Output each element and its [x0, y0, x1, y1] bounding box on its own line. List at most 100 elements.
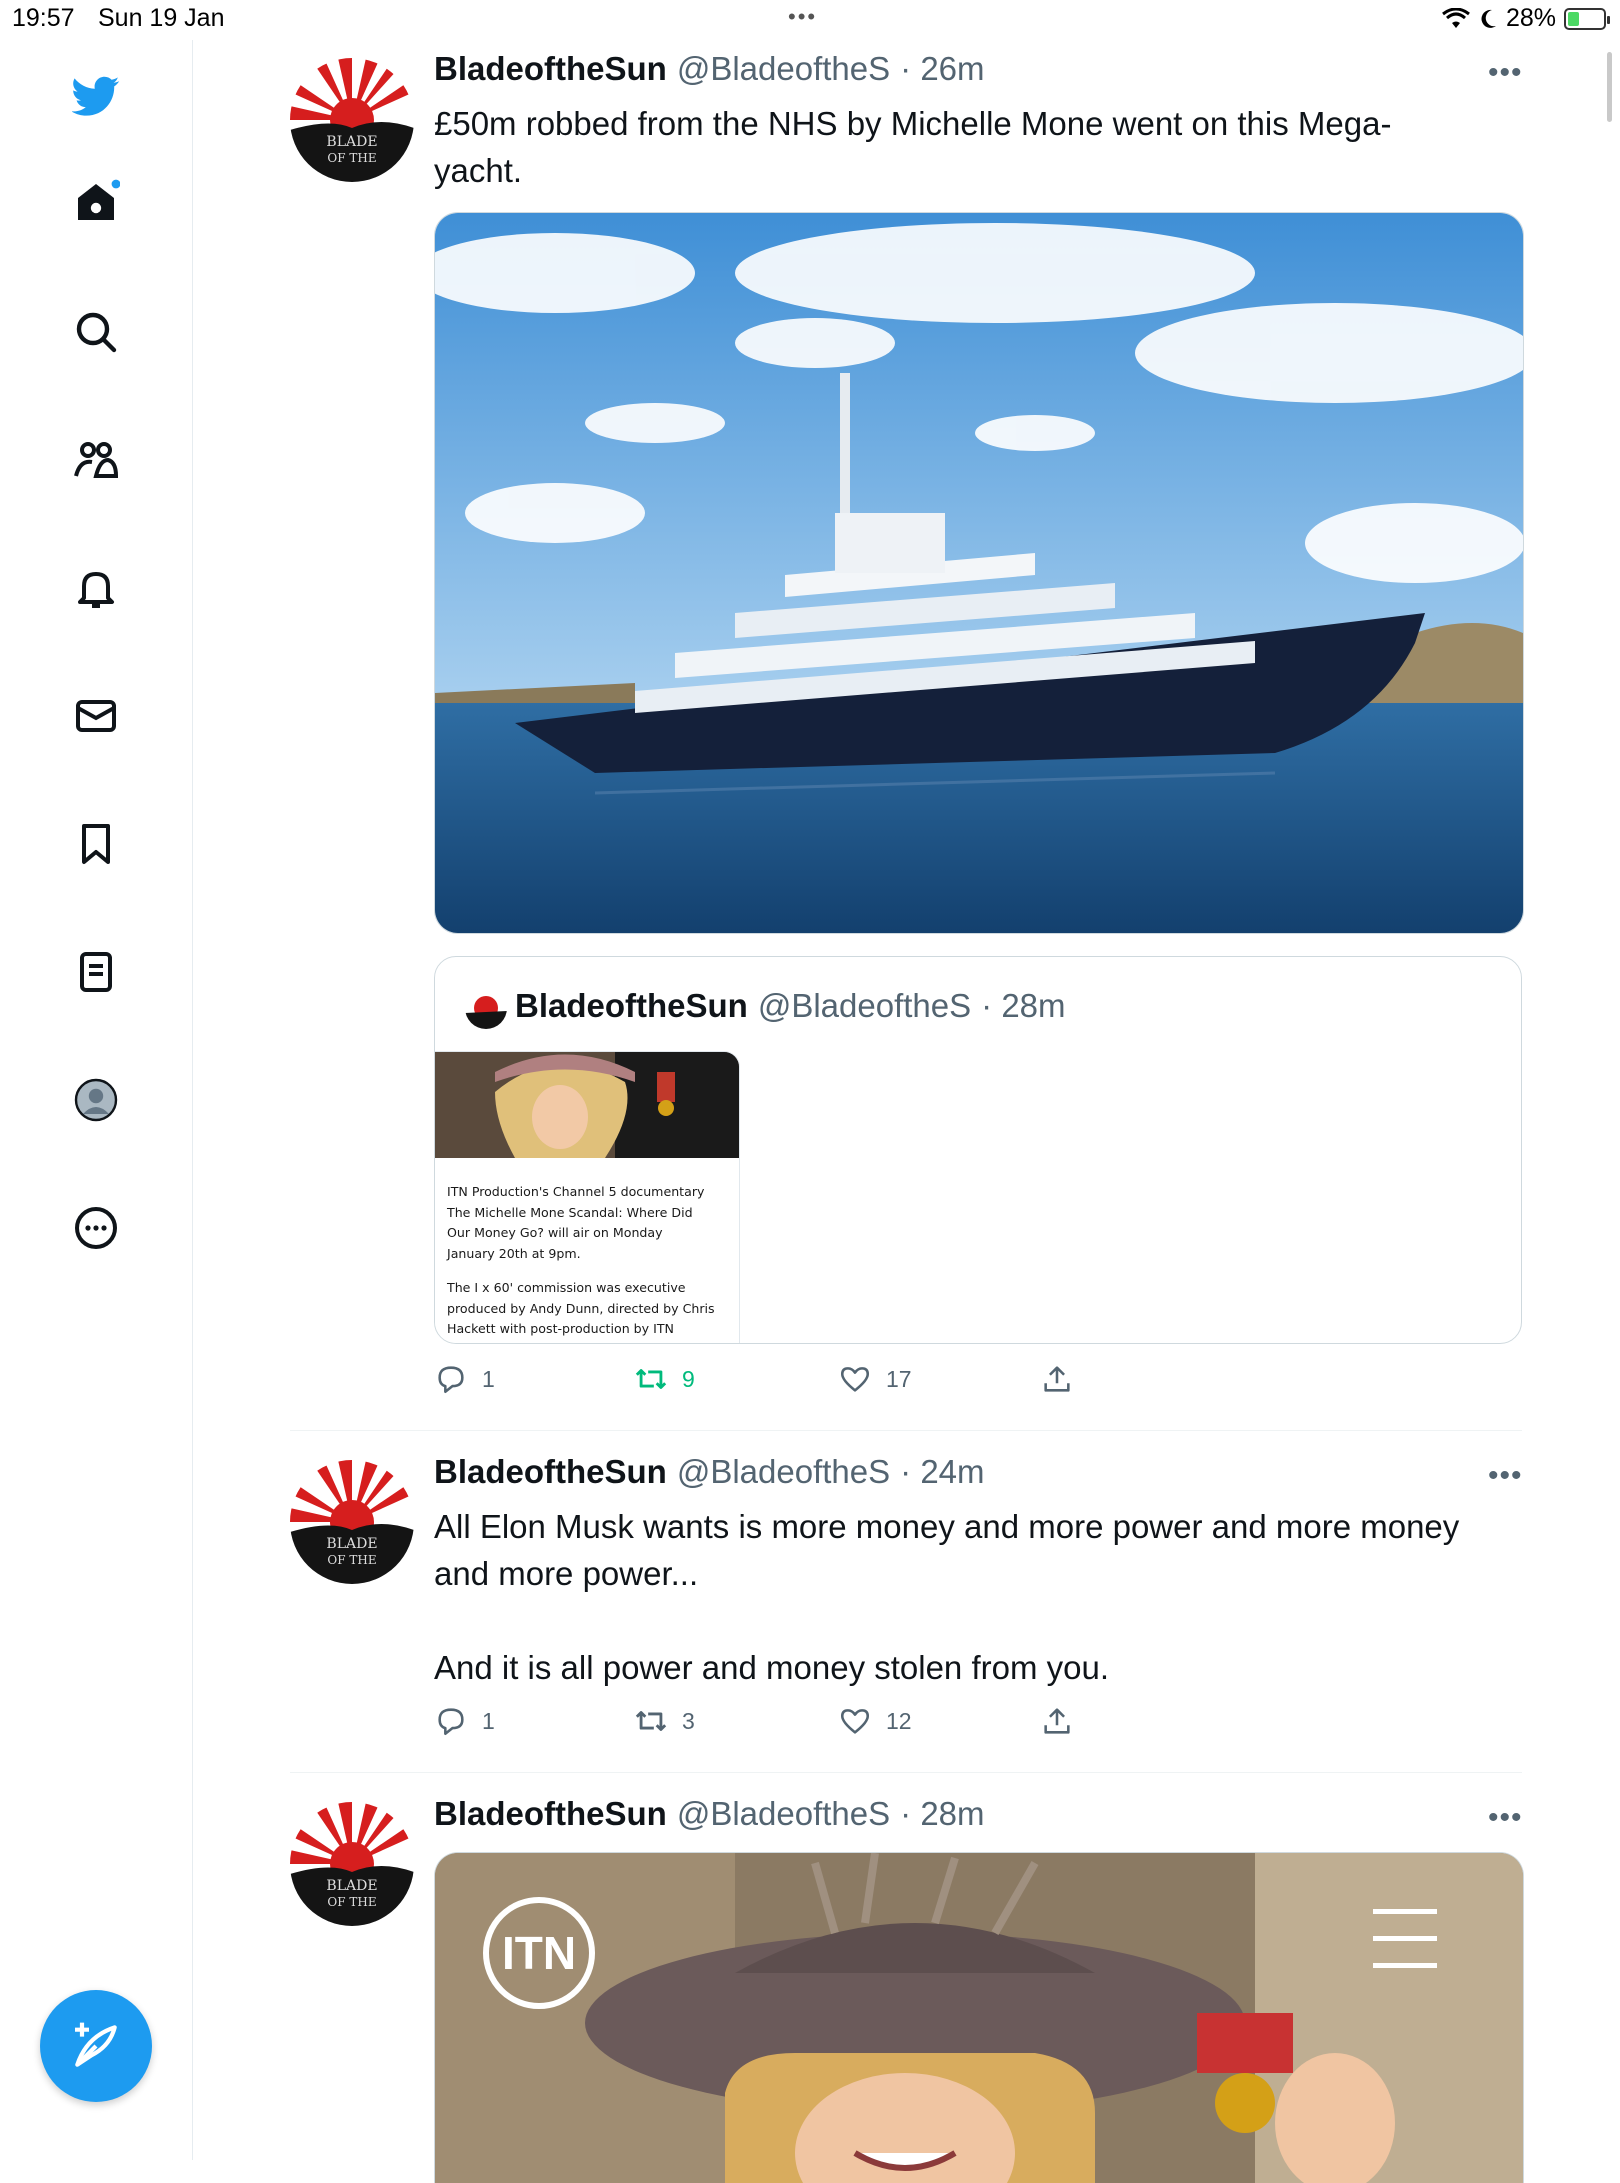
svg-text:BLADE: BLADE [326, 1536, 377, 1552]
display-name[interactable]: BladeoftheSun [434, 50, 667, 88]
share-button[interactable] [1040, 1704, 1074, 1738]
hamburger-menu-icon [1373, 1909, 1437, 1968]
svg-text:OF THE: OF THE [327, 1553, 376, 1567]
svg-text:BLADE: BLADE [326, 134, 377, 150]
card-line: January 20th at 9pm. [447, 1245, 581, 1261]
retweet-button[interactable]: 9 [634, 1362, 695, 1396]
tweet-text: All Elon Musk wants is more money and mo… [434, 1503, 1494, 1691]
battery-percent: 28% [1505, 4, 1556, 32]
tweet-text: £50m robbed from the NHS by Michelle Mon… [434, 100, 1494, 194]
communities-icon[interactable] [62, 426, 130, 494]
multitasking-dots-icon[interactable]: ••• [788, 4, 817, 30]
tweet-divider [290, 1430, 1522, 1431]
bookmarks-icon[interactable] [62, 810, 130, 878]
status-date: Sun 19 Jan [98, 4, 225, 32]
avatar[interactable]: BLADE OF THE [290, 1460, 414, 1584]
like-count: 17 [886, 1365, 912, 1392]
card-line: Hackett with post-production by ITN [447, 1321, 674, 1336]
scrollbar[interactable] [1607, 52, 1612, 122]
retweet-icon [635, 1369, 667, 1389]
status-time: 19:57 [12, 4, 75, 32]
tweet-more-icon[interactable]: ••• [1488, 1459, 1523, 1493]
moon-icon [1481, 9, 1496, 28]
tweet-text-spacer [434, 1597, 1494, 1644]
quoted-handle: @BladeoftheS [757, 987, 972, 1024]
compose-tweet-icon [75, 2022, 117, 2067]
tweet-text-line: All Elon Musk wants is more money and mo… [434, 1508, 1460, 1545]
reply-count: 1 [482, 1707, 495, 1734]
tweet-text-line: £50m robbed from the NHS by Michelle Mon… [434, 105, 1392, 142]
reply-icon [438, 1366, 464, 1394]
lists-icon[interactable] [62, 938, 130, 1006]
sidebar [0, 40, 193, 2160]
heart-icon [840, 1709, 870, 1734]
retweet-icon [635, 1711, 667, 1731]
tweet-divider [290, 1772, 1522, 1773]
messages-icon[interactable] [62, 682, 130, 750]
more-icon[interactable] [62, 1194, 130, 1262]
reply-icon [438, 1708, 464, 1736]
battery-icon [1564, 7, 1610, 30]
tweet-text-line: and more power... [434, 1555, 699, 1592]
quoted-card-paragraph: ITN Production's Channel 5 documentary T… [447, 1182, 729, 1264]
tweet-time[interactable]: · 26m [900, 50, 984, 88]
like-button[interactable]: 17 [838, 1362, 912, 1396]
svg-text:OF THE: OF THE [327, 1895, 376, 1909]
quoted-tweet[interactable]: BladeoftheSun @BladeoftheS · 28m ITN Pro… [434, 956, 1522, 1344]
share-icon [1044, 1366, 1070, 1392]
retweet-count: 3 [682, 1707, 695, 1734]
display-name[interactable]: BladeoftheSun [434, 1795, 667, 1833]
avatar[interactable]: BLADE OF THE [290, 1802, 414, 1926]
user-handle[interactable]: @BladeoftheS [677, 1453, 890, 1491]
wifi-icon [1442, 7, 1470, 28]
quoted-header: BladeoftheSun @BladeoftheS · 28m [515, 987, 1066, 1025]
card-line: produced by Andy Dunn, directed by Chris [447, 1300, 715, 1316]
user-handle[interactable]: @BladeoftheS [677, 50, 890, 88]
card-line: Our Money Go? will air on Monday [447, 1225, 663, 1240]
display-name[interactable]: BladeoftheSun [434, 1453, 667, 1491]
tweet-image-yacht[interactable] [434, 212, 1524, 934]
quoted-photo [435, 1052, 739, 1158]
avatar[interactable]: BLADE OF THE [290, 58, 414, 182]
tweet-text-line: yacht. [434, 152, 523, 189]
itn-logo: ITN [483, 1897, 595, 2009]
profile-icon[interactable] [62, 1066, 130, 1134]
tweet-header: BladeoftheSun @BladeoftheS · 26m [434, 50, 985, 88]
search-icon[interactable] [62, 298, 130, 366]
quoted-time: · 28m [981, 987, 1066, 1024]
retweet-count: 9 [682, 1365, 695, 1392]
tweet-more-icon[interactable]: ••• [1488, 1801, 1523, 1835]
tweet-more-icon[interactable]: ••• [1488, 56, 1523, 90]
twitter-logo-icon[interactable] [62, 62, 130, 130]
status-bar: 19:57 Sun 19 Jan ••• 28% [0, 0, 1620, 40]
like-count: 12 [886, 1707, 912, 1734]
heart-icon [840, 1367, 870, 1392]
retweet-button[interactable]: 3 [634, 1704, 695, 1738]
tweet-actions: 1 9 17 [434, 1362, 1134, 1402]
quoted-display-name: BladeoftheSun [515, 987, 748, 1024]
reply-button[interactable]: 1 [434, 1362, 495, 1396]
tweet-header: BladeoftheSun @BladeoftheS · 24m [434, 1453, 985, 1491]
quoted-card-paragraph: The I x 60' commission was executive pro… [447, 1278, 729, 1340]
reply-button[interactable]: 1 [434, 1704, 495, 1738]
card-line: ITN Production's Channel 5 documentary [447, 1184, 705, 1199]
compose-tweet-button[interactable] [40, 1990, 152, 2102]
home-icon[interactable] [62, 168, 130, 236]
user-handle[interactable]: @BladeoftheS [677, 1795, 890, 1833]
svg-text:BLADE: BLADE [326, 1878, 377, 1894]
quoted-media-card[interactable]: ITN Production's Channel 5 documentary T… [435, 1051, 740, 1343]
tweet-time[interactable]: · 24m [900, 1453, 984, 1491]
tweet-time[interactable]: · 28m [900, 1795, 984, 1833]
status-indicators: 28% [1442, 4, 1610, 33]
like-button[interactable]: 12 [838, 1704, 912, 1738]
card-line: The I x 60' commission was executive [447, 1280, 686, 1295]
card-line: The Michelle Mone Scandal: Where Did [447, 1204, 693, 1220]
svg-text:OF THE: OF THE [327, 151, 376, 165]
tweet-image-itn[interactable]: ITN [434, 1852, 1524, 2183]
tweet-header: BladeoftheSun @BladeoftheS · 28m [434, 1795, 985, 1833]
reply-count: 1 [482, 1365, 495, 1392]
itn-logo-text: ITN [501, 1927, 577, 1979]
notifications-icon[interactable] [62, 554, 130, 622]
share-icon [1044, 1708, 1070, 1734]
share-button[interactable] [1040, 1362, 1074, 1396]
